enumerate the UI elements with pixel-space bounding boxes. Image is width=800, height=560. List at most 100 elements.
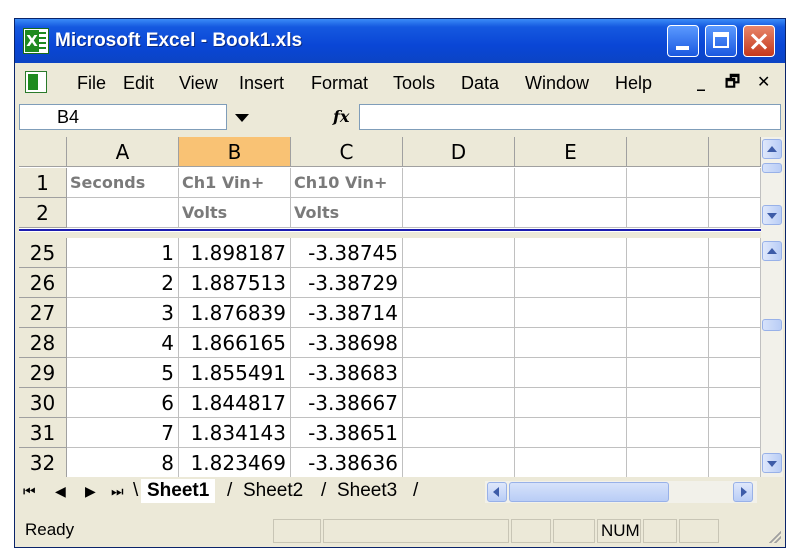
cell[interactable] (67, 198, 179, 228)
row-header[interactable]: 25 (19, 238, 67, 268)
cell[interactable] (709, 238, 761, 268)
title-bar[interactable]: X Microsoft Excel - Book1.xls (15, 19, 785, 63)
cell[interactable] (709, 448, 761, 477)
cell[interactable] (515, 418, 627, 448)
cell[interactable]: 3 (67, 298, 179, 328)
name-box[interactable]: B4 (19, 104, 227, 130)
cell[interactable]: -3.38636 (291, 448, 403, 477)
doc-restore-icon[interactable]: 🗗 (725, 71, 740, 93)
menu-edit[interactable]: Edit (123, 72, 154, 94)
row-header[interactable]: 29 (19, 358, 67, 388)
cell[interactable] (515, 238, 627, 268)
cell[interactable]: 5 (67, 358, 179, 388)
scroll-up-bottom-pane-icon[interactable] (762, 241, 782, 261)
row-header[interactable]: 1 (19, 168, 67, 198)
cell[interactable] (627, 268, 709, 298)
cell[interactable]: -3.38651 (291, 418, 403, 448)
row-header[interactable]: 27 (19, 298, 67, 328)
cell[interactable] (627, 358, 709, 388)
previous-sheet-icon[interactable]: ◀ (55, 482, 66, 502)
scroll-up-top-pane-icon[interactable] (762, 139, 782, 159)
cell[interactable]: 1 (67, 238, 179, 268)
insert-function-icon[interactable]: fx (333, 106, 349, 128)
cell[interactable]: Ch10 Vin+ (291, 168, 403, 198)
cell[interactable] (627, 298, 709, 328)
cell[interactable] (627, 328, 709, 358)
cell[interactable] (515, 388, 627, 418)
cell[interactable]: 1.834143 (179, 418, 291, 448)
cell[interactable] (709, 198, 761, 228)
last-sheet-icon[interactable]: ⏭ (111, 482, 124, 502)
cell[interactable]: Ch1 Vin+ (179, 168, 291, 198)
cell[interactable] (403, 328, 515, 358)
cell[interactable] (709, 388, 761, 418)
row-header[interactable]: 28 (19, 328, 67, 358)
cell[interactable] (627, 238, 709, 268)
cell[interactable] (709, 358, 761, 388)
menu-format[interactable]: Format (311, 72, 368, 94)
name-box-dropdown-icon[interactable] (227, 104, 257, 130)
cell[interactable] (627, 418, 709, 448)
cell[interactable]: 1.855491 (179, 358, 291, 388)
horizontal-scroll-thumb[interactable] (509, 482, 669, 502)
cell[interactable] (709, 168, 761, 198)
cell[interactable]: Seconds (67, 168, 179, 198)
menu-insert[interactable]: Insert (239, 72, 284, 94)
cell[interactable]: 6 (67, 388, 179, 418)
horizontal-scrollbar[interactable] (485, 481, 757, 503)
tab-sheet3[interactable]: Sheet3 (331, 479, 403, 503)
cell[interactable] (515, 268, 627, 298)
vertical-scrollbar[interactable] (761, 137, 783, 477)
select-all-corner[interactable] (19, 137, 67, 167)
scroll-right-icon[interactable] (733, 482, 753, 502)
close-button[interactable] (743, 25, 775, 57)
cell[interactable]: Volts (291, 198, 403, 228)
cell[interactable] (627, 198, 709, 228)
row-header[interactable]: 2 (19, 198, 67, 228)
cell[interactable]: Volts (179, 198, 291, 228)
resize-grip-icon[interactable] (769, 531, 781, 543)
cell[interactable] (403, 358, 515, 388)
cell[interactable]: -3.38683 (291, 358, 403, 388)
cell[interactable]: -3.38714 (291, 298, 403, 328)
cell[interactable] (709, 328, 761, 358)
first-sheet-icon[interactable]: ⏮ (23, 482, 36, 502)
minimize-button[interactable] (667, 25, 699, 57)
cell[interactable] (403, 168, 515, 198)
cell[interactable] (403, 418, 515, 448)
column-header-b[interactable]: B (179, 137, 291, 167)
cell[interactable] (403, 198, 515, 228)
cell[interactable] (403, 388, 515, 418)
cell[interactable]: -3.38729 (291, 268, 403, 298)
scroll-down-bottom-pane-icon[interactable] (762, 453, 782, 473)
row-header[interactable]: 26 (19, 268, 67, 298)
column-header-e[interactable]: E (515, 137, 627, 167)
cell[interactable] (515, 448, 627, 477)
cell[interactable] (515, 198, 627, 228)
worksheet-grid[interactable]: A B C D E 1 Seconds Ch1 Vin+ Ch10 Vin+ 2… (19, 137, 761, 477)
column-header-c[interactable]: C (291, 137, 403, 167)
row-header[interactable]: 30 (19, 388, 67, 418)
cell[interactable]: 1.823469 (179, 448, 291, 477)
formula-input[interactable] (359, 104, 781, 130)
cell[interactable]: 8 (67, 448, 179, 477)
cell[interactable]: 1.866165 (179, 328, 291, 358)
cell[interactable] (515, 358, 627, 388)
tab-sheet1[interactable]: Sheet1 (141, 479, 216, 503)
tab-sheet2[interactable]: Sheet2 (237, 479, 309, 503)
cell[interactable]: 1.876839 (179, 298, 291, 328)
scroll-left-icon[interactable] (487, 482, 507, 502)
cell[interactable] (403, 268, 515, 298)
next-sheet-icon[interactable]: ▶ (85, 482, 96, 502)
column-header-d[interactable]: D (403, 137, 515, 167)
cell[interactable]: 2 (67, 268, 179, 298)
bottom-pane-scroll-thumb[interactable] (762, 319, 782, 331)
workbook-icon[interactable] (25, 71, 47, 93)
doc-minimize-icon[interactable]: _ (697, 71, 705, 93)
doc-close-icon[interactable]: ✕ (757, 71, 770, 93)
column-header-f[interactable] (627, 137, 709, 167)
cell[interactable]: 7 (67, 418, 179, 448)
cell[interactable]: -3.38745 (291, 238, 403, 268)
cell[interactable] (709, 298, 761, 328)
cell[interactable] (709, 418, 761, 448)
